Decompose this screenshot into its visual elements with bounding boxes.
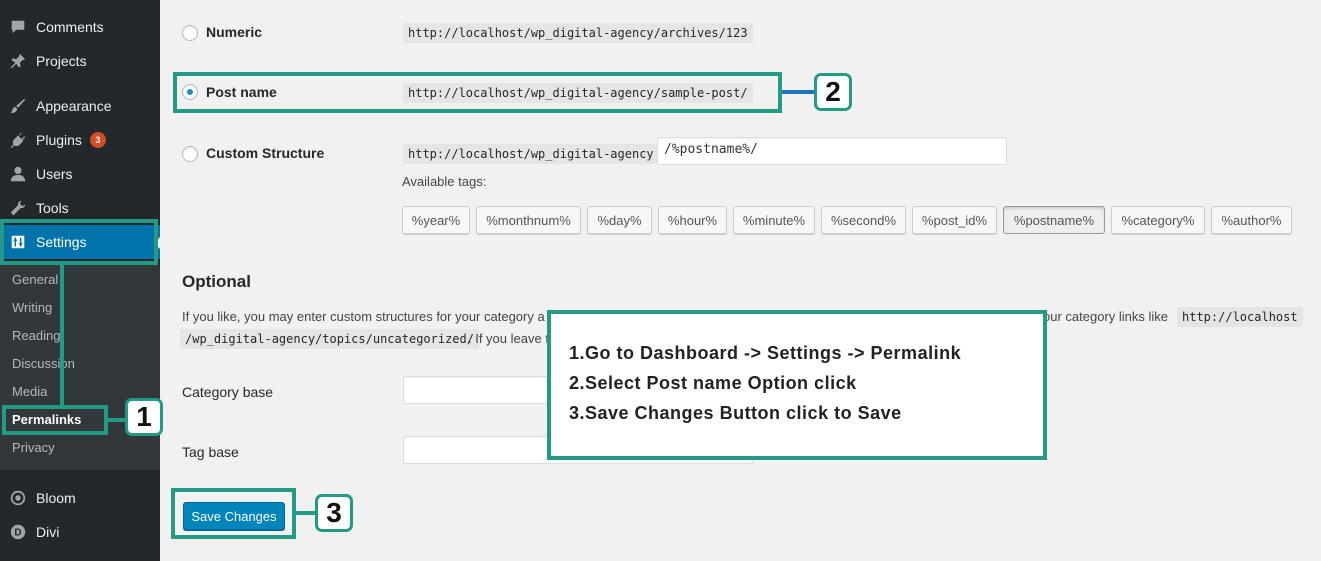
step-number-1: 1 <box>125 398 163 436</box>
instruction-step-3: 3.Save Changes Button click to Save <box>569 403 902 423</box>
tag-button-category[interactable]: %category% <box>1111 206 1205 234</box>
tag-button-day[interactable]: %day% <box>587 206 652 234</box>
divi-icon: D <box>0 523 36 541</box>
plugin-icon <box>0 131 36 149</box>
tag-button-author[interactable]: %author% <box>1211 206 1292 234</box>
brush-icon <box>0 97 36 115</box>
menu-item-appearance[interactable]: Appearance <box>0 89 160 123</box>
submenu-item-privacy[interactable]: Privacy <box>12 434 55 462</box>
svg-text:D: D <box>14 528 21 539</box>
instruction-step-1: 1.Go to Dashboard -> Settings -> Permali… <box>569 343 962 363</box>
annotation-connector-2 <box>782 90 816 94</box>
numeric-radio[interactable] <box>182 25 198 41</box>
post-name-highlight-box <box>173 72 782 113</box>
admin-sidebar: Comments Projects Appearance Plugins 3 U… <box>0 0 160 561</box>
submenu-item-discussion[interactable]: Discussion <box>12 350 75 378</box>
category-example-url-end: /wp_digital-agency/topics/uncategorized/ <box>180 329 479 349</box>
category-base-label: Category base <box>182 384 274 400</box>
menu-item-bloom[interactable]: Bloom <box>0 481 160 515</box>
custom-structure-prefix: http://localhost/wp_digital-agency <box>403 144 659 164</box>
submenu-item-media[interactable]: Media <box>12 378 47 406</box>
settings-highlight-box <box>0 219 158 265</box>
comment-icon <box>0 18 36 36</box>
available-tags-label: Available tags: <box>402 174 487 189</box>
menu-label: Plugins <box>36 132 82 148</box>
tag-button-minute[interactable]: %minute% <box>733 206 815 234</box>
instruction-step-2: 2.Select Post name Option click <box>569 373 857 393</box>
menu-label: Appearance <box>36 98 112 114</box>
menu-label: Users <box>36 166 73 182</box>
save-highlight-box <box>171 488 296 539</box>
user-icon <box>0 165 36 183</box>
submenu-item-reading[interactable]: Reading <box>12 322 60 350</box>
optional-description-rest: . If you leave t <box>468 331 549 346</box>
custom-structure-radio[interactable] <box>182 146 198 162</box>
optional-description-end: our category links like <box>1043 309 1168 324</box>
menu-item-users[interactable]: Users <box>0 157 160 191</box>
optional-description-start: If you like, you may enter custom struct… <box>182 309 545 324</box>
permalinks-highlight-box <box>2 405 108 435</box>
bloom-icon <box>0 489 36 507</box>
optional-heading: Optional <box>182 272 251 291</box>
instructions-callout: 1.Go to Dashboard -> Settings -> Permali… <box>547 310 1047 460</box>
tag-button-hour[interactable]: %hour% <box>658 206 727 234</box>
custom-structure-label: Custom Structure <box>206 145 325 161</box>
tag-base-label: Tag base <box>182 444 239 460</box>
wrench-icon <box>0 199 36 217</box>
menu-label: Tools <box>36 200 69 216</box>
custom-structure-input[interactable]: /%postname%/ <box>657 137 1007 165</box>
menu-label: Divi <box>36 524 60 540</box>
menu-item-projects[interactable]: Projects <box>0 44 160 78</box>
step-number-2: 2 <box>814 73 852 111</box>
step-number-3: 3 <box>315 494 353 532</box>
numeric-label: Numeric <box>206 24 263 40</box>
annotation-connector-1-vertical <box>60 265 64 408</box>
tag-button-second[interactable]: %second% <box>821 206 906 234</box>
menu-label: Projects <box>36 53 87 69</box>
tag-button-postname[interactable]: %postname% <box>1003 206 1105 234</box>
category-example-url-start: http://localhost <box>1177 307 1303 327</box>
submenu-item-general[interactable]: General <box>12 266 58 294</box>
menu-item-plugins[interactable]: Plugins 3 <box>0 123 160 157</box>
menu-label: Comments <box>36 19 104 35</box>
menu-item-divi[interactable]: D Divi <box>0 515 160 549</box>
submenu-item-writing[interactable]: Writing <box>12 294 52 322</box>
pin-icon <box>0 52 36 70</box>
update-count-badge: 3 <box>89 132 106 148</box>
menu-label: Bloom <box>36 490 76 506</box>
tag-button-monthnum[interactable]: %monthnum% <box>476 206 581 234</box>
numeric-example-url: http://localhost/wp_digital-agency/archi… <box>403 23 753 43</box>
menu-item-comments[interactable]: Comments <box>0 10 160 44</box>
tag-button-post-id[interactable]: %post_id% <box>912 206 997 234</box>
settings-submenu: General Writing Reading Discussion Media… <box>0 265 160 470</box>
tag-button-year[interactable]: %year% <box>402 206 470 234</box>
